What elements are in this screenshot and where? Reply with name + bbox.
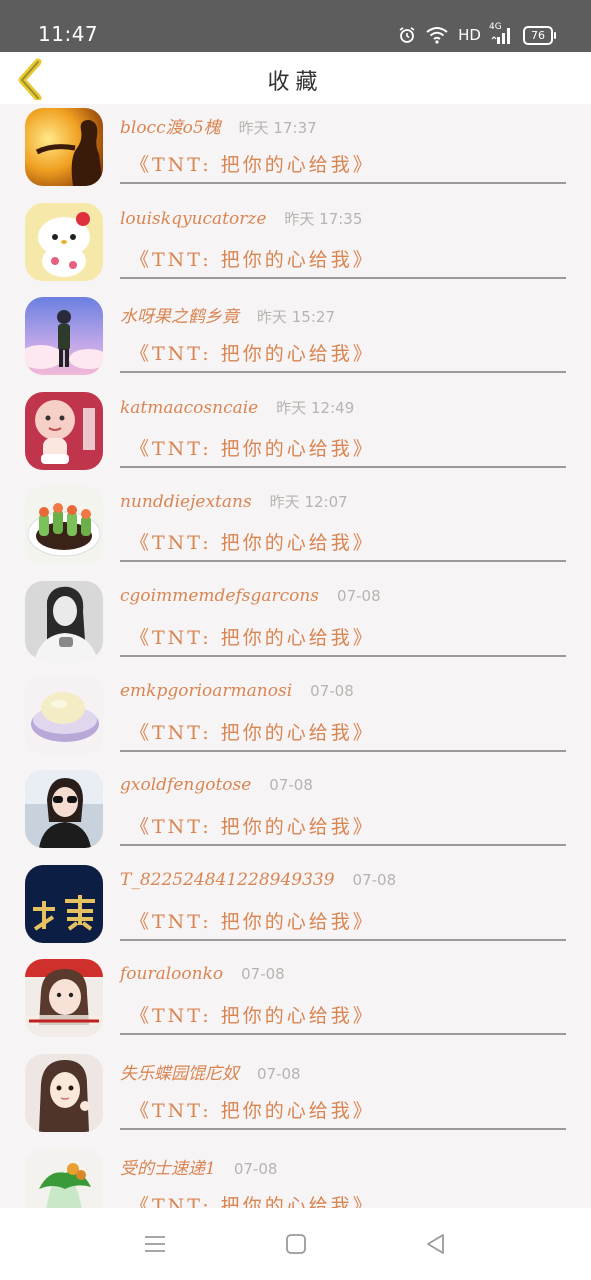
divider	[120, 938, 566, 941]
divider	[120, 844, 566, 847]
divider	[120, 560, 566, 563]
list-item[interactable]: louiskqyucatorze 昨天 17:35 《TNT: 把你的心给我》	[0, 197, 591, 292]
item-username: 水呀果之鹤乡竟	[120, 307, 239, 328]
list-item[interactable]: fouraloonko 07-08 《TNT: 把你的心给我》	[0, 953, 591, 1048]
list-item[interactable]: katmaacosncaie 昨天 12:49 《TNT: 把你的心给我》	[0, 386, 591, 481]
item-title-link[interactable]: 《TNT: 把你的心给我》	[130, 245, 375, 272]
item-title-link[interactable]: 《TNT: 把你的心给我》	[130, 718, 375, 745]
signal-label: 4G	[489, 22, 502, 32]
avatar[interactable]	[25, 770, 103, 849]
network-label: HD	[458, 26, 481, 44]
item-username: nunddiejextans	[120, 492, 252, 513]
list-item[interactable]: 受的士速递1 07-08 《TNT: 把你的心给我》	[0, 1143, 591, 1208]
item-timestamp: 07-08	[269, 776, 313, 795]
item-title-link[interactable]: 《TNT: 把你的心给我》	[130, 434, 375, 461]
divider	[120, 654, 566, 657]
item-title-link[interactable]: 《TNT: 把你的心给我》	[130, 150, 375, 177]
menu-button[interactable]	[143, 1232, 167, 1256]
item-title-link[interactable]: 《TNT: 把你的心给我》	[130, 907, 375, 934]
item-timestamp: 昨天 17:35	[284, 209, 363, 228]
item-username: 失乐蝶园馄庀奴	[120, 1063, 239, 1084]
avatar[interactable]	[25, 297, 103, 376]
avatar[interactable]	[25, 959, 103, 1038]
item-title-link[interactable]: 《TNT: 把你的心给我》	[130, 1096, 375, 1123]
item-timestamp: 07-08	[310, 681, 354, 700]
list-item[interactable]: T_8225248412289493​39 07-08 《TNT: 把你的心给我》	[0, 859, 591, 954]
item-username: blocc渡o5槐	[120, 118, 221, 138]
system-nav-bar	[0, 1208, 591, 1280]
home-button[interactable]	[284, 1232, 308, 1256]
menu-icon[interactable]	[143, 1232, 167, 1256]
item-username: T_8225248412289493​39	[120, 869, 335, 890]
item-username: cgoimmemdefsgarcons	[120, 585, 320, 606]
item-timestamp: 07-08	[257, 1064, 301, 1083]
item-username: fouraloonko	[120, 964, 224, 985]
item-timestamp: 昨天 12:49	[276, 398, 355, 417]
status-time: 11:47	[38, 22, 99, 46]
avatar[interactable]	[25, 1053, 103, 1132]
item-timestamp: 昨天 12:07	[269, 493, 348, 512]
item-title-link[interactable]: 《TNT: 把你的心给我》	[130, 812, 375, 839]
item-title-link[interactable]: 《TNT: 把你的心给我》	[130, 623, 375, 650]
divider	[120, 1033, 566, 1036]
avatar[interactable]	[25, 108, 103, 186]
avatar[interactable]	[25, 580, 103, 659]
avatar[interactable]	[25, 486, 103, 565]
signal-icon: 4G	[489, 22, 513, 44]
battery-icon: 76	[523, 25, 556, 45]
item-timestamp: 07-08	[352, 870, 397, 889]
back-triangle-icon[interactable]	[424, 1232, 448, 1256]
divider	[120, 182, 566, 184]
item-timestamp: 昨天 17:37	[238, 119, 317, 137]
avatar[interactable]	[25, 391, 103, 470]
item-username: louiskqyucatorze	[120, 208, 267, 229]
item-username: gxoldfengotose	[120, 775, 252, 796]
divider	[120, 1127, 566, 1130]
list-item[interactable]: blocc渡o5槐 昨天 17:37 《TNT: 把你的心给我》	[0, 104, 591, 197]
item-username: emkpgorioarmanosi	[120, 680, 293, 701]
item-title-link[interactable]: 《TNT: 把你的心给我》	[130, 528, 375, 555]
divider	[120, 749, 566, 752]
page-title: 收藏	[267, 70, 324, 95]
header: 收藏	[0, 52, 591, 104]
avatar[interactable]	[25, 864, 103, 943]
item-title-link[interactable]: 《TNT: 把你的心给我》	[130, 339, 375, 366]
item-title-link[interactable]: 《TNT: 把你的心给我》	[130, 1001, 375, 1028]
home-square-icon[interactable]	[284, 1232, 308, 1256]
alarm-icon	[398, 26, 416, 44]
divider	[120, 276, 566, 279]
item-timestamp: 07-08	[241, 965, 285, 984]
list-item[interactable]: nunddiejextans 昨天 12:07 《TNT: 把你的心给我》	[0, 480, 591, 575]
list-item[interactable]: cgoimmemdefsgarcons 07-08 《TNT: 把你的心给我》	[0, 575, 591, 670]
favorites-list[interactable]: blocc渡o5槐 昨天 17:37 《TNT: 把你的心给我》 louiskqy…	[0, 104, 591, 1208]
status-icons: HD 4G 76	[398, 22, 556, 46]
list-item[interactable]: 水呀果之鹤乡竟 昨天 15:27 《TNT: 把你的心给我》	[0, 291, 591, 386]
list-item[interactable]: emkpgorioarmanosi 07-08 《TNT: 把你的心给我》	[0, 670, 591, 765]
item-timestamp: 07-08	[233, 1159, 278, 1178]
item-title-link[interactable]: 《TNT: 把你的心给我》	[130, 1191, 375, 1208]
item-username: katmaacosncaie	[120, 397, 259, 418]
list-item[interactable]: gxoldfengotose 07-08 《TNT: 把你的心给我》	[0, 764, 591, 859]
avatar[interactable]	[25, 675, 103, 754]
status-bar: 11:47 HD 4G 76	[0, 0, 591, 52]
divider	[120, 371, 566, 374]
list-item[interactable]: 失乐蝶园馄庀奴 07-08 《TNT: 把你的心给我》	[0, 1048, 591, 1143]
item-username: 受的士速递1	[120, 1158, 216, 1179]
item-timestamp: 07-08	[337, 586, 381, 605]
avatar[interactable]	[25, 1148, 103, 1208]
back-nav-button[interactable]	[424, 1232, 448, 1256]
avatar[interactable]	[25, 202, 103, 281]
item-timestamp: 昨天 15:27	[257, 308, 335, 327]
wifi-icon	[426, 26, 448, 44]
divider	[120, 465, 566, 468]
